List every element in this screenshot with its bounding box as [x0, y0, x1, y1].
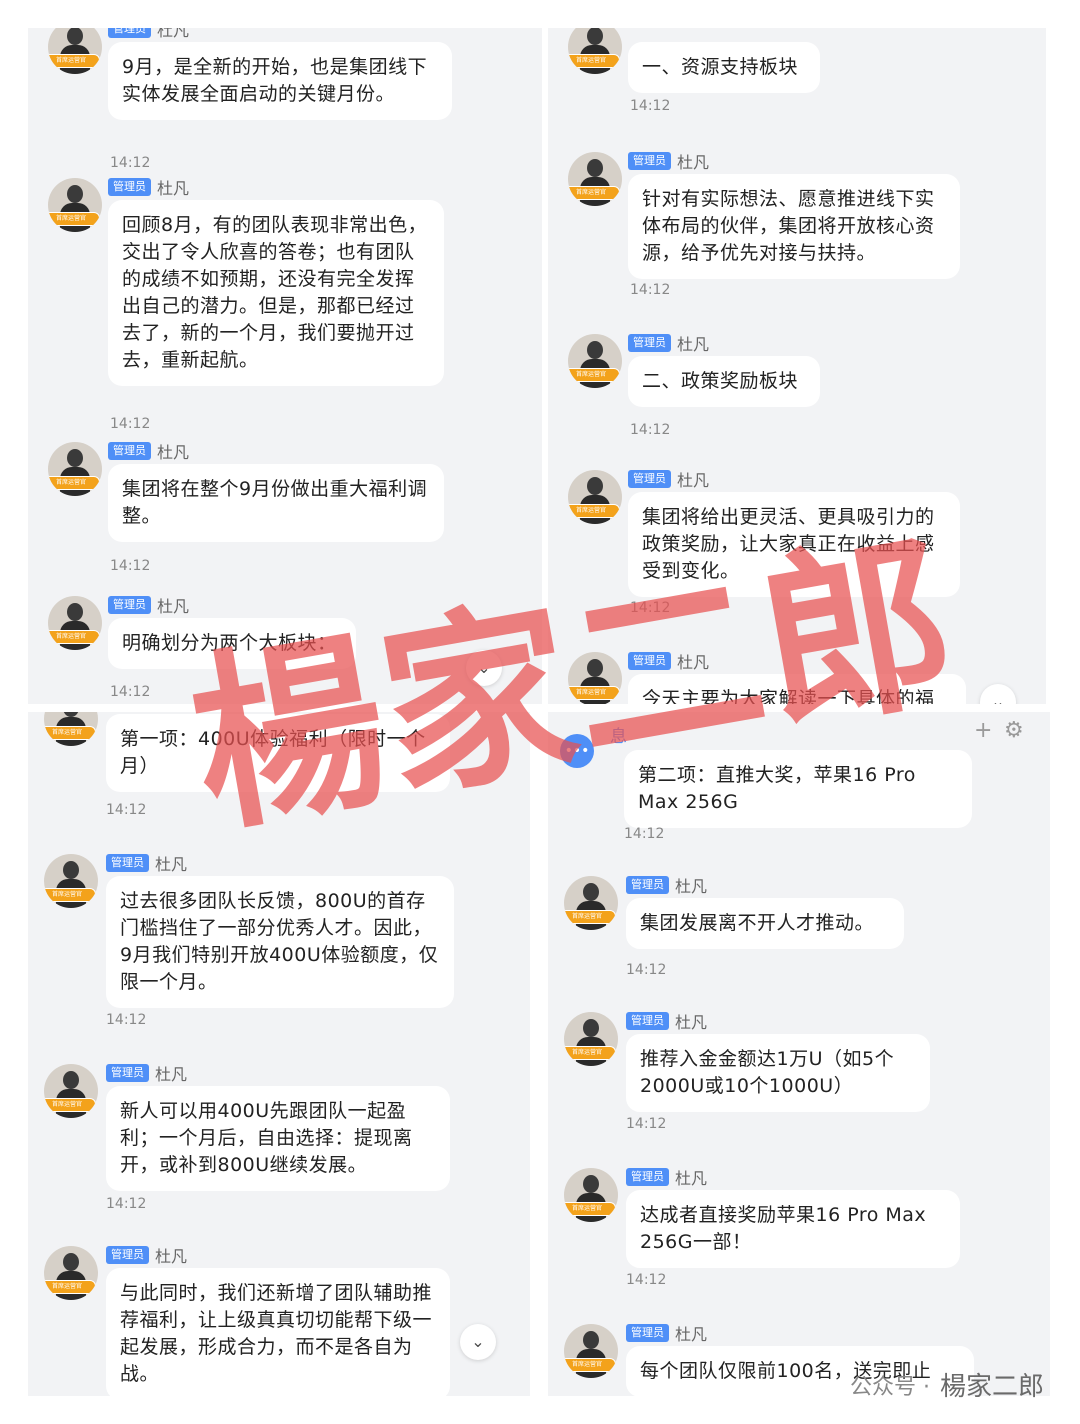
message-bubble[interactable]: 推荐入金金额达1万U（如5个2000U或10个1000U） — [626, 1034, 930, 1112]
message-bubble[interactable]: 新人可以用400U先跟团队一起盈利；一个月后，自由选择：提现离开，或补到800U… — [106, 1086, 450, 1191]
admin-badge: 管理员 — [108, 442, 151, 460]
admin-badge: 管理员 — [626, 1324, 669, 1342]
sender-name: 杜凡 — [677, 653, 710, 672]
chat-bubble-icon[interactable]: ••• — [560, 734, 594, 768]
sender-name: 杜凡 — [677, 335, 710, 354]
admin-badge: 管理员 — [106, 854, 149, 872]
sender-name: 杜凡 — [157, 443, 190, 462]
message-bubble[interactable]: 集团发展离不开人才推动。 — [626, 898, 904, 949]
chat-panel-bottom-right: ••• 息 + ⚙ 第二项：直推大奖，苹果16 Pro Max 256G 14:… — [548, 712, 1050, 1396]
message-time: 14:12 — [624, 826, 665, 842]
message-time: 14:12 — [110, 155, 151, 171]
message-time: 14:12 — [106, 1012, 147, 1028]
message-time: 14:12 — [106, 1196, 147, 1212]
avatar[interactable]: 首席运营官 — [48, 596, 102, 650]
sender-name: 杜凡 — [155, 855, 188, 874]
message-time: 14:12 — [630, 422, 671, 438]
chat-panel-bottom-left: 首席运营官 第一项：400U体验福利（限时一个月） 14:12 首席运营官 管理… — [28, 712, 530, 1396]
message-time: 14:12 — [110, 558, 151, 574]
message-time: 14:12 — [626, 962, 667, 978]
avatar[interactable]: 首席运营官 — [48, 178, 102, 232]
sender-name: 杜凡 — [677, 153, 710, 172]
message-bubble[interactable]: 集团将在整个9月份做出重大福利调整。 — [108, 464, 444, 542]
footer-credit: 公众号 · 楊家二郎 — [850, 1366, 1044, 1403]
admin-badge: 管理员 — [626, 1012, 669, 1030]
footer-source: 公众号 · — [849, 1374, 930, 1400]
message-bubble[interactable]: 针对有实际想法、愿意推进线下实体布局的伙伴，集团将开放核心资源，给予优先对接与扶… — [628, 174, 960, 279]
sender-name: 杜凡 — [157, 28, 190, 40]
sender-name: 杜凡 — [675, 1013, 708, 1032]
chevron-double-down-icon[interactable]: ⌄ — [466, 650, 502, 686]
sender-name: 杜凡 — [675, 877, 708, 896]
gear-icon[interactable]: ⚙ — [1004, 718, 1024, 743]
message-bubble[interactable]: 回顾8月，有的团队表现非常出色，交出了令人欣喜的答卷；也有团队的成绩不如预期，还… — [108, 200, 444, 386]
message-bubble[interactable]: 过去很多团队长反馈，800U的首存门槛挡住了一部分优秀人才。因此，9月我们特别开… — [106, 876, 454, 1008]
message-bubble[interactable]: 今天主要为大家解读一下具体的福 — [628, 674, 966, 704]
message-time: 14:12 — [630, 282, 671, 298]
sender-name: 杜凡 — [155, 1065, 188, 1084]
admin-badge: 管理员 — [628, 652, 671, 670]
avatar[interactable]: 首席运营官 — [44, 854, 98, 908]
footer-author: 楊家二郎 — [939, 1372, 1044, 1402]
message-bubble[interactable]: 二、政策奖励板块 — [628, 356, 820, 407]
sender-name: 杜凡 — [675, 1325, 708, 1344]
message-time: 14:12 — [626, 1116, 667, 1132]
message-time: 14:12 — [630, 98, 671, 114]
chat-panel-top-right: 首席运营官 一、资源支持板块 14:12 首席运营官 管理员 杜凡 针对有实际想法… — [548, 28, 1046, 704]
admin-badge: 管理员 — [108, 178, 151, 196]
message-bubble[interactable]: 明确划分为两个大板块： — [108, 618, 356, 669]
sender-name: 杜凡 — [677, 471, 710, 490]
avatar[interactable]: 首席运营官 — [44, 1064, 98, 1118]
avatar[interactable]: 首席运营官 — [568, 652, 622, 704]
avatar[interactable]: 首席运营官 — [564, 1168, 618, 1222]
sender-name: 杜凡 — [157, 597, 190, 616]
avatar[interactable]: 首席运营官 — [44, 712, 98, 746]
admin-badge: 管理员 — [626, 876, 669, 894]
avatar[interactable]: 首席运营官 — [564, 1324, 618, 1378]
message-time: 14:12 — [630, 600, 671, 616]
plus-icon[interactable]: + — [974, 718, 992, 743]
sender-name: 杜凡 — [155, 1247, 188, 1266]
avatar[interactable]: 首席运营官 — [564, 876, 618, 930]
message-time: 14:12 — [110, 684, 151, 700]
avatar[interactable]: 首席运营官 — [564, 1012, 618, 1066]
chevron-down-icon[interactable]: ⌄ — [980, 684, 1016, 704]
message-bubble[interactable]: 9月，是全新的开始，也是集团线下实体发展全面启动的关键月份。 — [108, 42, 452, 120]
avatar[interactable]: 首席运营官 — [568, 28, 622, 74]
admin-badge: 管理员 — [628, 470, 671, 488]
admin-badge: 管理员 — [628, 152, 671, 170]
chevron-double-down-icon[interactable]: ⌄ — [460, 1324, 496, 1360]
header-partial-label: 息 — [610, 727, 627, 747]
message-bubble[interactable]: 一、资源支持板块 — [628, 42, 820, 93]
message-bubble[interactable]: 与此同时，我们还新增了团队辅助推荐福利，让上级真真切切能帮下级一起发展，形成合力… — [106, 1268, 450, 1396]
admin-badge: 管理员 — [108, 28, 151, 38]
admin-badge: 管理员 — [626, 1168, 669, 1186]
admin-badge: 管理员 — [106, 1064, 149, 1082]
sender-name: 杜凡 — [675, 1169, 708, 1188]
message-bubble[interactable]: 集团将给出更灵活、更具吸引力的政策奖励，让大家真正在收益上感受到变化。 — [628, 492, 960, 597]
chat-panel-top-left: 首席运营官 管理员 杜凡 9月，是全新的开始，也是集团线下实体发展全面启动的关键月… — [28, 28, 542, 704]
admin-badge: 管理员 — [628, 334, 671, 352]
avatar[interactable]: 首席运营官 — [48, 28, 102, 74]
avatar[interactable]: 首席运营官 — [568, 152, 622, 206]
avatar[interactable]: 首席运营官 — [48, 442, 102, 496]
sender-name: 杜凡 — [157, 179, 190, 198]
admin-badge: 管理员 — [108, 596, 151, 614]
avatar[interactable]: 首席运营官 — [568, 470, 622, 524]
message-bubble[interactable]: 第二项：直推大奖，苹果16 Pro Max 256G — [624, 750, 972, 828]
message-time: 14:12 — [626, 1272, 667, 1288]
admin-badge: 管理员 — [106, 1246, 149, 1264]
avatar[interactable]: 首席运营官 — [44, 1246, 98, 1300]
message-time: 14:12 — [110, 416, 151, 432]
avatar[interactable]: 首席运营官 — [568, 334, 622, 388]
message-bubble[interactable]: 达成者直接奖励苹果16 Pro Max 256G一部！ — [626, 1190, 960, 1268]
message-time: 14:12 — [106, 802, 147, 818]
message-bubble[interactable]: 第一项：400U体验福利（限时一个月） — [106, 714, 450, 792]
